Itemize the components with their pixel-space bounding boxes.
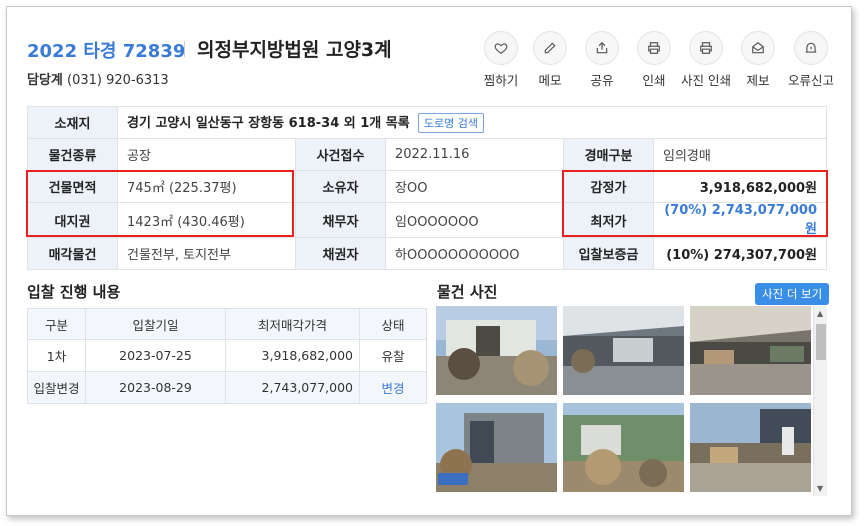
deposit-value: (10%) 274,307,700원 (653, 237, 827, 270)
printer-icon (689, 31, 723, 65)
creditor-label: 채권자 (295, 237, 386, 270)
owner-value: 장OO (385, 170, 564, 203)
more-photos-button[interactable]: 사진 더 보기 (755, 283, 830, 305)
case-number: 2022 타경 72839 (27, 41, 186, 62)
sale-object-value: 건물전부, 토지전부 (117, 237, 296, 270)
location-label: 소재지 (27, 106, 118, 139)
envelope-icon (741, 31, 775, 65)
table-row: 입찰변경 2023-08-29 2,743,077,000 변경 (27, 371, 427, 404)
auction-type-label: 경매구분 (563, 138, 654, 171)
error-report-label: 오류신고 (787, 73, 834, 88)
bid-round: 입찰변경 (27, 371, 86, 404)
court-name: 의정부지방법원 고양3계 (197, 39, 392, 61)
contact-label: 담당계 (27, 73, 63, 88)
bidding-table: 구분 입찰기일 최저매각가격 상태 1차 2023-07-25 3,918,68… (27, 308, 427, 404)
report-label: 제보 (746, 73, 770, 88)
bid-price: 3,918,682,000 (225, 339, 360, 372)
debtor-value: 임OOOOOOO (385, 202, 564, 238)
share-label: 공유 (590, 73, 614, 88)
print-button[interactable]: 인쇄 (629, 31, 679, 89)
memo-label: 메모 (538, 73, 562, 88)
print-label: 인쇄 (642, 73, 666, 88)
photo-print-label: 사진 인쇄 (681, 73, 731, 88)
creditor-value: 하OOOOOOOOOOO (385, 237, 564, 270)
contact-phone: (031) 920-6313 (67, 73, 169, 88)
type-label: 물건종류 (27, 138, 118, 171)
property-photo[interactable] (690, 306, 811, 395)
debtor-label: 채무자 (295, 202, 386, 238)
share-button[interactable]: 공유 (577, 31, 627, 89)
road-search-button[interactable]: 도로명 검색 (417, 113, 484, 133)
photo-gallery (436, 306, 828, 496)
type-value: 공장 (117, 138, 296, 171)
error-report-button[interactable]: 오류신고 (786, 31, 836, 89)
property-photo[interactable] (436, 403, 557, 492)
contact-line: 담당계 (031) 920-6313 (27, 69, 169, 88)
scroll-up-icon[interactable]: ▲ (817, 309, 823, 318)
received-value: 2022.11.16 (385, 138, 564, 171)
bid-price: 2,743,077,000 (225, 371, 360, 404)
memo-button[interactable]: 메모 (525, 31, 575, 89)
auction-type-value: 임의경매 (653, 138, 827, 171)
scroll-down-icon[interactable]: ▼ (817, 484, 823, 493)
bid-header-status: 상태 (359, 308, 427, 340)
title-divider (184, 41, 185, 57)
location-cell: 경기 고양시 일산동구 장항동 618-34 외 1개 목록 도로명 검색 (117, 106, 827, 139)
pencil-icon (533, 31, 567, 65)
bid-header-price: 최저매각가격 (225, 308, 360, 340)
bid-header-date: 입찰기일 (85, 308, 226, 340)
scroll-thumb[interactable] (816, 324, 826, 360)
property-photo[interactable] (563, 403, 684, 492)
deposit-label: 입찰보증금 (563, 237, 654, 270)
property-photo[interactable] (563, 306, 684, 395)
favorite-label: 찜하기 (483, 73, 519, 88)
bid-header-type: 구분 (27, 308, 86, 340)
received-label: 사건접수 (295, 138, 386, 171)
photo-scrollbar[interactable]: ▲ ▼ (813, 306, 827, 496)
alert-icon (794, 31, 828, 65)
bidding-section-title: 입찰 진행 내용 (27, 283, 121, 301)
area-highlight-box (26, 170, 294, 237)
bid-status: 유찰 (359, 339, 427, 372)
owner-label: 소유자 (295, 170, 386, 203)
price-highlight-box (562, 170, 828, 237)
property-photo[interactable] (690, 403, 811, 492)
sale-object-label: 매각물건 (27, 237, 118, 270)
property-photo[interactable] (436, 306, 557, 395)
action-toolbar: 찜하기 메모 공유 인쇄 사진 인쇄 제보 오류신고 (476, 31, 846, 91)
bid-date: 2023-07-25 (85, 339, 226, 372)
bid-round: 1차 (27, 339, 86, 372)
favorite-button[interactable]: 찜하기 (476, 31, 526, 89)
table-row: 1차 2023-07-25 3,918,682,000 유찰 (27, 339, 427, 372)
bid-date: 2023-08-29 (85, 371, 226, 404)
location-value: 경기 고양시 일산동구 장항동 618-34 외 1개 목록 (127, 116, 410, 131)
photo-print-button[interactable]: 사진 인쇄 (681, 31, 731, 89)
photos-section-title: 물건 사진 (437, 283, 498, 301)
share-icon (585, 31, 619, 65)
heart-icon (484, 31, 518, 65)
printer-icon (637, 31, 671, 65)
report-button[interactable]: 제보 (733, 31, 783, 89)
bid-status-link[interactable]: 변경 (359, 371, 427, 404)
